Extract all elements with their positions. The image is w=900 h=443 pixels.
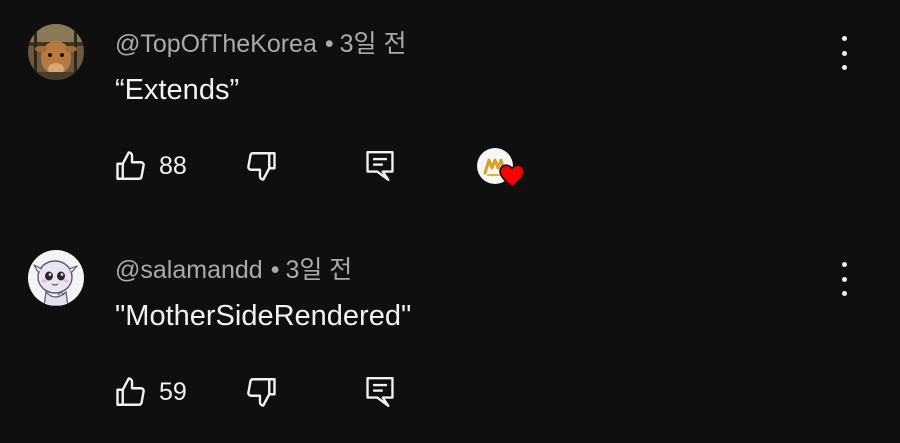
creator-heart-badge[interactable] bbox=[475, 146, 525, 188]
reply-button[interactable] bbox=[363, 146, 397, 186]
like-button[interactable]: 88 bbox=[113, 146, 187, 186]
more-options-button[interactable] bbox=[830, 262, 858, 296]
reply-comment-icon bbox=[366, 376, 394, 408]
thumbs-up-icon bbox=[116, 151, 145, 180]
meta-separator: • bbox=[270, 256, 280, 284]
thumbs-down-icon bbox=[247, 152, 276, 181]
more-dot bbox=[841, 36, 847, 41]
like-count: 88 bbox=[159, 151, 187, 180]
comment-text: “Extends” bbox=[115, 74, 240, 106]
like-button[interactable]: 59 bbox=[113, 372, 187, 412]
comment-item: @TopOfTheKorea • 3일 전 “Extends” 88 bbox=[0, 0, 900, 210]
more-dot bbox=[841, 291, 847, 296]
heart-icon bbox=[499, 164, 525, 188]
comment-actions: 88 bbox=[113, 146, 553, 188]
thumbs-up-icon bbox=[116, 377, 145, 406]
like-count: 59 bbox=[159, 377, 187, 406]
more-dot bbox=[841, 276, 847, 282]
comment-meta: @salamandd • 3일 전 bbox=[115, 254, 352, 286]
reply-comment-icon bbox=[366, 150, 394, 182]
comment-item: @salamandd • 3일 전 "MotherSideRendered" 59 bbox=[0, 226, 900, 436]
thumbs-down-icon bbox=[247, 378, 276, 407]
more-dot bbox=[841, 50, 847, 56]
more-dot bbox=[841, 262, 847, 267]
dislike-button[interactable] bbox=[243, 146, 279, 186]
reply-button[interactable] bbox=[363, 372, 397, 412]
more-options-button[interactable] bbox=[830, 36, 858, 70]
cartoon-character-avatar-icon bbox=[28, 250, 84, 306]
comment-meta: @TopOfTheKorea • 3일 전 bbox=[115, 28, 407, 60]
avatar[interactable] bbox=[28, 24, 84, 80]
meta-separator: • bbox=[324, 30, 334, 58]
comment-time[interactable]: 3일 전 bbox=[285, 256, 352, 284]
creator-heart-badge-wrap bbox=[475, 146, 525, 188]
author-handle[interactable]: @salamandd bbox=[115, 256, 263, 284]
comment-time[interactable]: 3일 전 bbox=[340, 30, 407, 58]
comment-text: "MotherSideRendered" bbox=[115, 300, 412, 332]
more-dot bbox=[841, 65, 847, 70]
comment-actions: 59 bbox=[113, 372, 553, 412]
avatar[interactable] bbox=[28, 250, 84, 306]
cow-photo-avatar-icon bbox=[28, 24, 84, 80]
author-handle[interactable]: @TopOfTheKorea bbox=[115, 30, 317, 58]
dislike-button[interactable] bbox=[243, 372, 279, 412]
